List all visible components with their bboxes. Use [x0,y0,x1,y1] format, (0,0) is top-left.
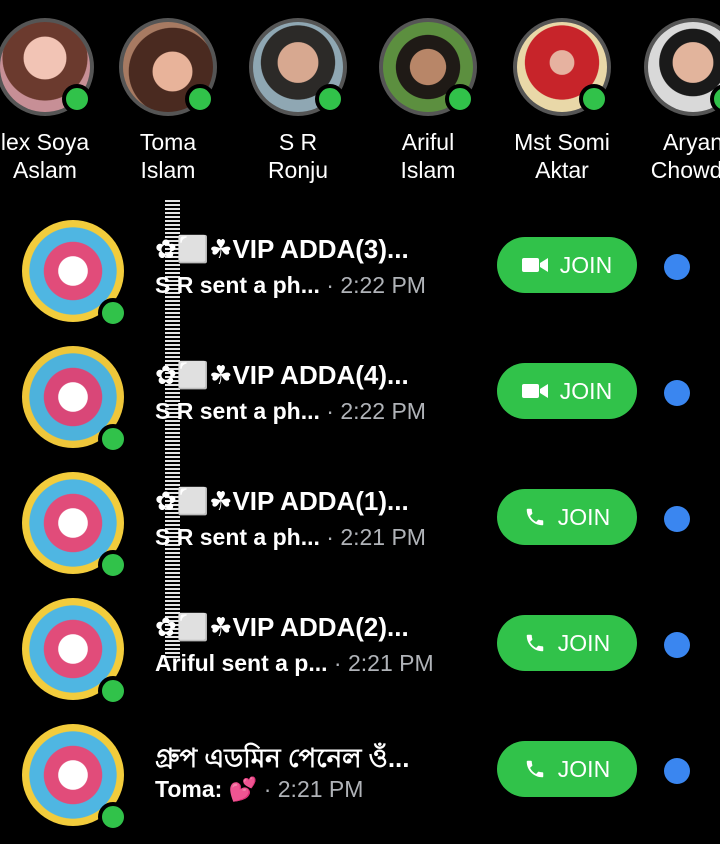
story-name: Aryan Chowdh [650,129,720,183]
chat-title: ✿⬜☘VIP ADDA(3)... [155,234,409,264]
story-name: Mst Somi Aktar [514,129,610,183]
story-item[interactable]: Ariful Islam [363,18,493,184]
chat-time: · 2:21 PM [263,776,364,802]
avatar[interactable] [644,18,720,116]
avatar[interactable] [379,18,477,116]
join-call-button[interactable]: JOIN [497,489,637,545]
chat-row[interactable]: ✿⬜☘VIP ADDA(1)... S R sent a ph... · 2:2… [0,466,720,592]
chat-preview: S R sent a ph... · 2:22 PM [155,272,426,299]
story-name: S R Ronju [267,129,329,183]
chat-preview-text: S R sent a ph... [155,398,320,424]
chat-row[interactable]: গ্রুপ এডমিন পেনেল ওঁ... Toma: 💕 · 2:21 P… [0,718,720,844]
join-call-button[interactable]: JOIN [497,615,637,671]
phone-icon [526,508,544,526]
join-call-button[interactable]: JOIN [497,741,637,797]
join-call-button[interactable]: JOIN [497,363,637,419]
unread-dot [664,506,690,532]
chat-time: · 2:22 PM [326,398,426,424]
unread-dot [664,632,690,658]
phone-icon [526,634,544,652]
chat-title: ✿⬜☘VIP ADDA(1)... [155,486,409,516]
story-item[interactable]: Toma Islam [103,18,233,184]
unread-dot [664,254,690,280]
online-indicator [98,676,128,706]
chat-preview: Ariful sent a p... · 2:21 PM [155,650,434,677]
video-camera-icon [521,258,548,272]
online-indicator [315,84,345,114]
online-indicator [98,298,128,328]
phone-icon [526,760,544,778]
avatar[interactable] [0,18,94,116]
story-item[interactable]: lex Soya Aslam [0,18,110,184]
chat-preview-text: S R sent a ph... [155,524,320,550]
unread-dot [664,380,690,406]
story-name: lex Soya Aslam [0,129,90,183]
active-stories-row: lex Soya Aslam Toma Islam S R Ronju Arif… [0,0,720,195]
join-label: JOIN [559,377,613,404]
join-call-button[interactable]: JOIN [497,237,637,293]
chat-row[interactable]: ✿⬜☘VIP ADDA(3)... S R sent a ph... · 2:2… [0,214,720,340]
online-indicator [579,84,609,114]
story-name: Ariful Islam [400,129,456,183]
join-label: JOIN [557,503,611,530]
online-indicator [62,84,92,114]
unread-dot [664,758,690,784]
online-indicator [98,802,128,832]
chat-preview: Toma: 💕 · 2:21 PM [155,776,363,803]
join-label: JOIN [557,629,611,656]
online-indicator [98,550,128,580]
story-item[interactable]: S R Ronju [233,18,363,184]
chat-row[interactable]: ✿⬜☘VIP ADDA(4)... S R sent a ph... · 2:2… [0,340,720,466]
story-item[interactable]: Aryan Chowdh [628,18,720,184]
join-label: JOIN [557,755,611,782]
chat-title: ✿⬜☘VIP ADDA(4)... [155,360,409,390]
online-indicator [98,424,128,454]
chat-preview-text: Toma: 💕 [155,776,258,802]
chat-time: · 2:21 PM [333,650,434,676]
online-indicator [185,84,215,114]
chat-title: ✿⬜☘VIP ADDA(2)... [155,612,409,642]
avatar[interactable] [119,18,217,116]
story-item[interactable]: Mst Somi Aktar [497,18,627,184]
join-label: JOIN [559,251,613,278]
chat-preview-text: S R sent a ph... [155,272,320,298]
chat-preview-text: Ariful sent a p... [155,650,328,676]
story-name: Toma Islam [139,129,197,183]
chat-row[interactable]: ✿⬜☘VIP ADDA(2)... Ariful sent a p... · 2… [0,592,720,718]
chat-time: · 2:22 PM [326,272,426,298]
chat-preview: S R sent a ph... · 2:21 PM [155,524,426,551]
chat-time: · 2:21 PM [326,524,426,550]
chat-preview: S R sent a ph... · 2:22 PM [155,398,426,425]
avatar[interactable] [249,18,347,116]
video-camera-icon [521,384,548,398]
avatar[interactable] [513,18,611,116]
online-indicator [445,84,475,114]
